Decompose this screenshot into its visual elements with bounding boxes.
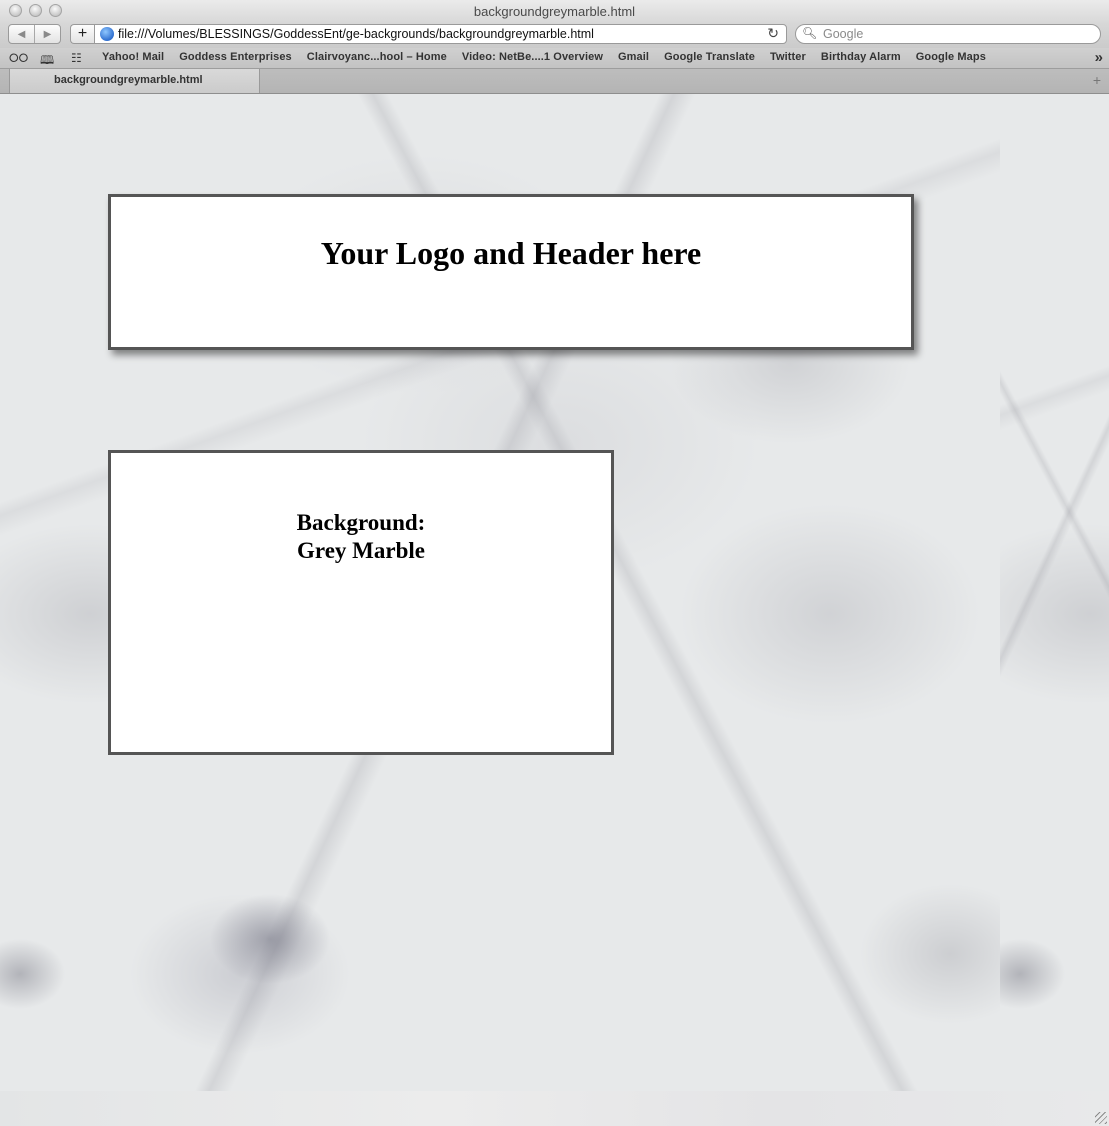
marble-background-bottom-tile [0, 1091, 1109, 1126]
tab-backgroundgreymarble[interactable]: backgroundgreymarble.html [9, 69, 260, 93]
page-header-text: Your Logo and Header here [320, 235, 702, 271]
address-bar[interactable]: file:///Volumes/BLESSINGS/GoddessEnt/ge-… [94, 24, 787, 44]
bookmark-yahoo-mail[interactable]: Yahoo! Mail [102, 51, 164, 63]
content-box: Background: Grey Marble [108, 450, 614, 755]
address-bar-url[interactable]: file:///Volumes/BLESSINGS/GoddessEnt/ge-… [118, 27, 594, 41]
plus-icon: + [77, 25, 88, 42]
bookmark-twitter[interactable]: Twitter [770, 51, 806, 63]
tab-bar: backgroundgreymarble.html + [0, 69, 1109, 94]
bookmark-google-translate[interactable]: Google Translate [664, 51, 755, 63]
bookmark-clairvoyance-school[interactable]: Clairvoyanc...hool – Home [307, 51, 447, 63]
back-button[interactable]: ◀ [9, 25, 34, 43]
forward-button[interactable]: ▶ [34, 25, 60, 43]
content-line-background: Background: [296, 510, 426, 535]
reading-list-icon[interactable]: ⭘⭘ [9, 51, 28, 66]
window-title: backgroundgreymarble.html [473, 4, 636, 19]
content-line-grey-marble: Grey Marble [297, 538, 425, 563]
bookmark-goddess-enterprises[interactable]: Goddess Enterprises [179, 51, 292, 63]
bookmark-birthday-alarm[interactable]: Birthday Alarm [821, 51, 901, 63]
bookmark-video-netbeans[interactable]: Video: NetBe....1 Overview [462, 51, 603, 63]
top-sites-grid-icon[interactable]: ☷ [71, 51, 82, 65]
browser-toolbar: ◀ ▶ + file:///Volumes/BLESSINGS/GoddessE… [0, 22, 1109, 48]
resize-grip-icon[interactable] [1095, 1112, 1107, 1124]
forward-arrow-icon: ▶ [43, 28, 52, 40]
bookmarks-bar: ⭘⭘ 🕮︎ ☷ Yahoo! Mail Goddess Enterprises … [0, 48, 1109, 69]
navigation-buttons: ◀ ▶ [8, 24, 61, 44]
search-field[interactable]: 🔍︎ [795, 24, 1101, 44]
reload-icon[interactable]: ↻ [767, 25, 779, 42]
bookmark-gmail[interactable]: Gmail [618, 51, 649, 63]
globe-icon [100, 27, 114, 41]
bookmark-google-maps[interactable]: Google Maps [916, 51, 986, 63]
search-input[interactable] [796, 25, 1100, 43]
marble-background-tile [1000, 94, 1109, 1091]
title-bar: backgroundgreymarble.html [0, 0, 1109, 24]
add-bookmark-button[interactable]: + [70, 24, 94, 44]
back-arrow-icon: ◀ [17, 28, 26, 40]
new-tab-plus-icon[interactable]: + [1093, 72, 1101, 88]
more-bookmarks-chevron-icon[interactable]: » [1095, 49, 1103, 66]
tab-label: backgroundgreymarble.html [54, 74, 203, 86]
bookmark-list: Yahoo! Mail Goddess Enterprises Clairvoy… [102, 51, 986, 63]
content-text: Background: Grey Marble [111, 509, 611, 565]
page-viewport[interactable]: Your Logo and Header here Background: Gr… [0, 94, 1109, 1126]
header-box: Your Logo and Header here [108, 194, 914, 350]
